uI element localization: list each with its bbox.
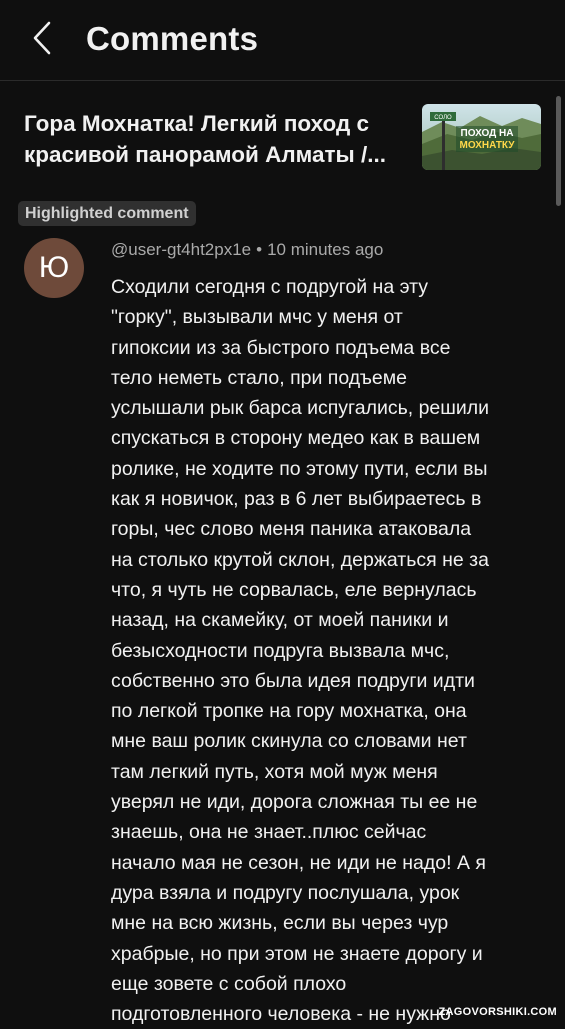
avatar-letter: Ю [38,251,70,284]
thumbnail-image: СОЛО ПОХОД НА МОХНАТКУ [422,104,541,170]
top-app-bar: Comments [0,0,565,81]
video-title[interactable]: Гора Мохнатка! Легкий поход с красивой п… [24,108,409,170]
thumbnail-text-line1: ПОХОД НА [461,128,514,139]
scrollbar[interactable] [556,96,561,206]
avatar[interactable]: Ю [24,238,84,298]
comment-author[interactable]: @user-gt4ht2px1e [111,240,251,259]
thumbnail-sign-text: СОЛО [434,115,452,121]
highlighted-comment-badge: Highlighted comment [18,201,196,226]
comment-meta: @user-gt4ht2px1e • 10 minutes ago [111,238,383,262]
comment-text: Сходили сегодня с подругой на эту "горку… [111,276,490,1026]
thumbnail-text-line2: МОХНАТКУ [459,140,515,151]
meta-separator: • [256,240,263,259]
page-title: Comments [86,20,259,57]
chevron-left-icon [33,21,51,55]
video-thumbnail[interactable]: СОЛО ПОХОД НА МОХНАТКУ [422,104,541,170]
comment-time: 10 minutes ago [267,240,384,259]
back-button[interactable] [22,18,62,58]
watermark: ZAGOVORSHIKI.COM [438,1006,557,1018]
